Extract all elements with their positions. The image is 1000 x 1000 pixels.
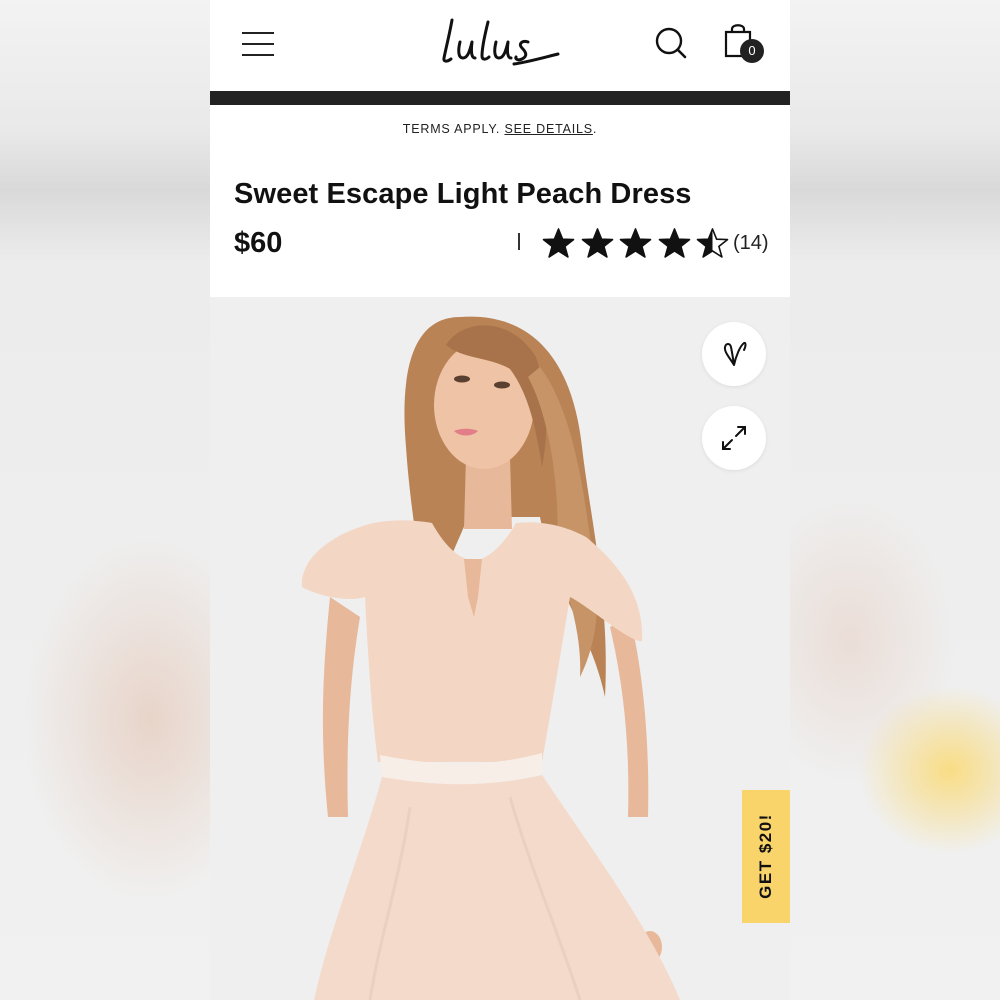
review-count[interactable]: (14): [733, 232, 769, 255]
expand-image-button[interactable]: [702, 406, 766, 470]
star-icon: [581, 227, 613, 258]
product-title: Sweet Escape Light Peach Dress: [234, 178, 692, 210]
terms-period: .: [592, 122, 598, 136]
heart-icon: [723, 341, 747, 366]
menu-button[interactable]: [242, 30, 274, 58]
price-rating-divider: [518, 233, 520, 250]
promo-terms: TERMS APPLY. SEE DETAILS.: [210, 122, 790, 136]
favorite-button[interactable]: [702, 322, 766, 386]
star-icon: [658, 227, 690, 258]
expand-icon: [722, 426, 746, 450]
star-icon: [696, 227, 729, 258]
cart-count-badge: 0: [740, 39, 764, 63]
search-icon[interactable]: [654, 26, 688, 60]
lulus-logo[interactable]: [438, 12, 562, 70]
model-photo: [301, 316, 680, 1000]
backdrop-left: [0, 0, 210, 1000]
see-details-link[interactable]: SEE DETAILS: [504, 122, 592, 136]
backdrop-right: [790, 0, 1000, 1000]
mobile-page: 0 TERMS APPLY. SEE DETAILS. Sweet Escape…: [210, 0, 790, 1000]
product-price: $60: [234, 227, 283, 259]
star-icon: [542, 227, 575, 258]
get-20-label: GET $20!: [756, 813, 775, 899]
star-icon: [619, 227, 652, 258]
promo-banner-bar: [210, 91, 790, 105]
menu-icon: [242, 32, 274, 34]
terms-text: TERMS APPLY.: [402, 122, 501, 136]
rating-stars[interactable]: [542, 226, 735, 260]
product-image[interactable]: GET $20!: [210, 297, 790, 1000]
get-20-tab[interactable]: GET $20!: [742, 790, 790, 923]
site-header: 0: [210, 0, 790, 91]
